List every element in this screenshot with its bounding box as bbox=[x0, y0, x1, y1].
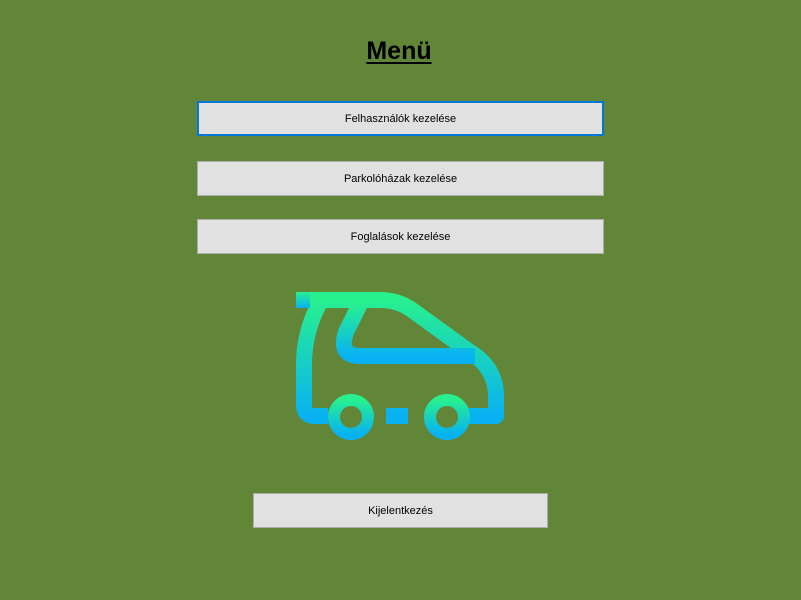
manage-bookings-button[interactable]: Foglalások kezelése bbox=[197, 219, 604, 254]
logout-button[interactable]: Kijelentkezés bbox=[253, 493, 548, 528]
car-icon bbox=[290, 286, 512, 446]
manage-users-button[interactable]: Felhasználók kezelése bbox=[197, 101, 604, 136]
manage-parking-garages-button[interactable]: Parkolóházak kezelése bbox=[197, 161, 604, 196]
page-title: Menü bbox=[366, 37, 432, 65]
